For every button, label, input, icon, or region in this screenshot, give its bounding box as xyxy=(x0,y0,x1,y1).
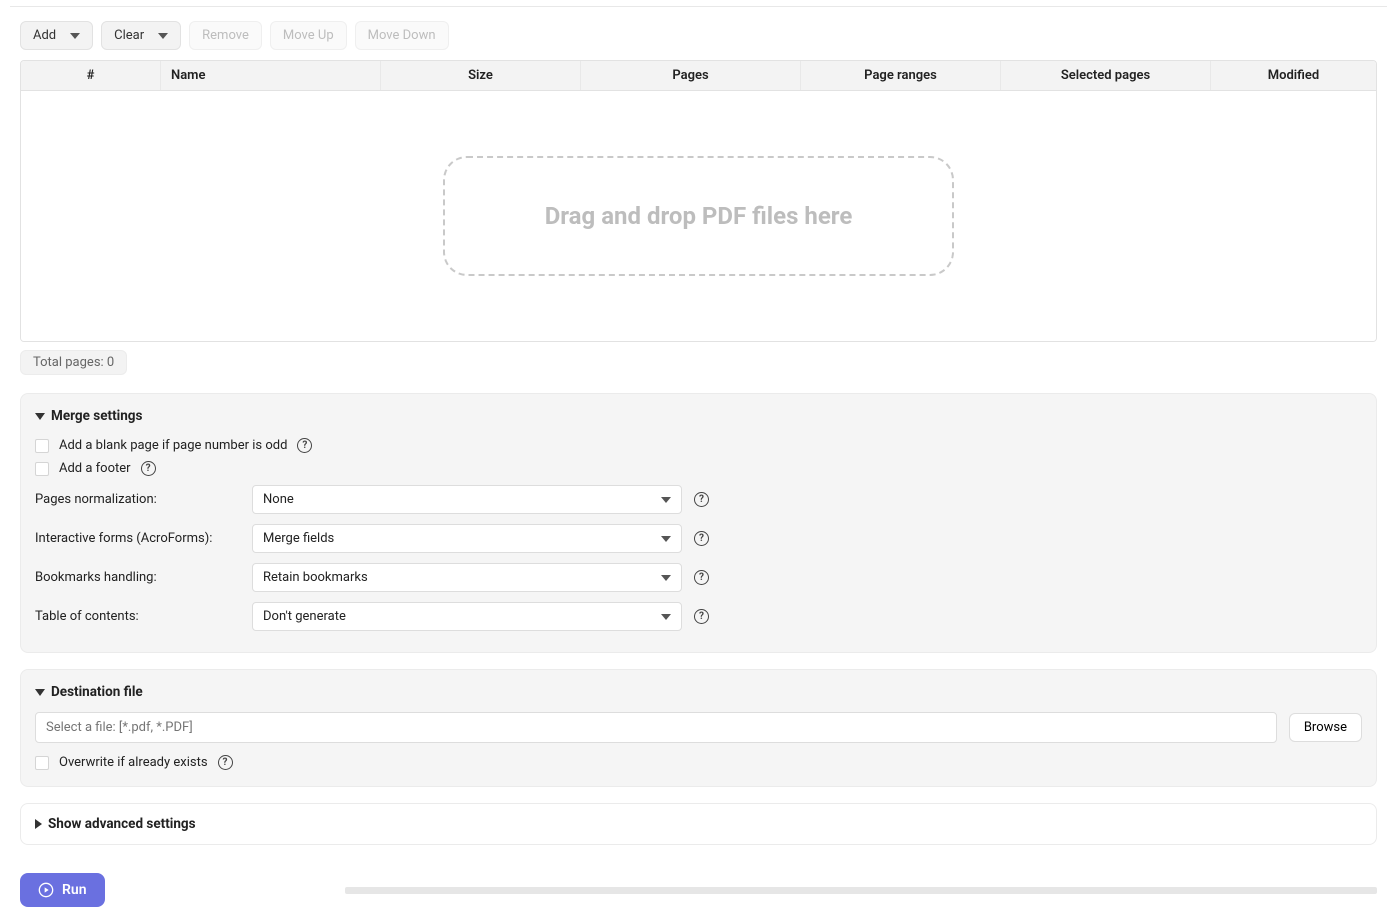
chevron-down-icon xyxy=(661,575,671,581)
overwrite-label: Overwrite if already exists xyxy=(59,755,208,770)
merge-settings-header[interactable]: Merge settings xyxy=(35,404,1362,434)
forms-select[interactable]: Merge fields xyxy=(252,524,682,553)
bookmarks-value: Retain bookmarks xyxy=(263,570,368,585)
run-label: Run xyxy=(62,882,87,898)
chevron-down-icon xyxy=(661,536,671,542)
overwrite-row: Overwrite if already exists ? xyxy=(35,751,1362,774)
help-icon[interactable]: ? xyxy=(694,609,709,624)
column-pages[interactable]: Pages xyxy=(581,61,801,90)
toc-label: Table of contents: xyxy=(35,609,240,624)
toc-row: Table of contents: Don't generate ? xyxy=(35,597,1362,636)
clear-button[interactable]: Clear xyxy=(101,21,181,50)
column-selected-pages[interactable]: Selected pages xyxy=(1001,61,1211,90)
move-down-button[interactable]: Move Down xyxy=(355,21,449,50)
destination-file-row: Browse xyxy=(35,710,1362,751)
footer: Run xyxy=(10,863,1387,911)
toolbar: Add Clear Remove Move Up Move Down xyxy=(10,17,1387,60)
bookmarks-row: Bookmarks handling: Retain bookmarks ? xyxy=(35,558,1362,597)
chevron-down-icon xyxy=(158,33,168,39)
advanced-settings-panel: Show advanced settings xyxy=(20,803,1377,845)
clear-label: Clear xyxy=(114,28,144,43)
add-label: Add xyxy=(33,28,56,43)
help-icon[interactable]: ? xyxy=(218,755,233,770)
chevron-down-icon xyxy=(35,689,45,696)
help-icon[interactable]: ? xyxy=(297,438,312,453)
help-icon[interactable]: ? xyxy=(694,492,709,507)
top-divider xyxy=(10,6,1387,7)
advanced-settings-title: Show advanced settings xyxy=(48,816,196,832)
normalization-select[interactable]: None xyxy=(252,485,682,514)
destination-panel: Destination file Browse Overwrite if alr… xyxy=(20,669,1377,787)
remove-button[interactable]: Remove xyxy=(189,21,262,50)
blank-page-odd-row: Add a blank page if page number is odd ? xyxy=(35,434,1362,457)
run-button[interactable]: Run xyxy=(20,873,105,907)
column-modified[interactable]: Modified xyxy=(1211,61,1376,90)
play-icon xyxy=(38,882,54,898)
destination-header[interactable]: Destination file xyxy=(35,680,1362,710)
normalization-value: None xyxy=(263,492,294,507)
chevron-down-icon xyxy=(35,413,45,420)
advanced-settings-header[interactable]: Show advanced settings xyxy=(35,816,1362,832)
forms-label: Interactive forms (AcroForms): xyxy=(35,531,240,546)
column-page-ranges[interactable]: Page ranges xyxy=(801,61,1001,90)
overwrite-checkbox[interactable] xyxy=(35,756,49,770)
add-footer-label: Add a footer xyxy=(59,461,131,476)
help-icon[interactable]: ? xyxy=(694,531,709,546)
column-name[interactable]: Name xyxy=(161,61,381,90)
bookmarks-label: Bookmarks handling: xyxy=(35,570,240,585)
chevron-down-icon xyxy=(661,497,671,503)
move-up-label: Move Up xyxy=(283,28,334,43)
normalization-label: Pages normalization: xyxy=(35,492,240,507)
browse-button[interactable]: Browse xyxy=(1289,713,1362,742)
blank-page-odd-label: Add a blank page if page number is odd xyxy=(59,438,287,453)
help-icon[interactable]: ? xyxy=(141,461,156,476)
forms-row: Interactive forms (AcroForms): Merge fie… xyxy=(35,519,1362,558)
file-table: # Name Size Pages Page ranges Selected p… xyxy=(20,60,1377,342)
chevron-down-icon xyxy=(70,33,80,39)
total-pages-label: Total pages: 0 xyxy=(20,350,127,375)
add-button[interactable]: Add xyxy=(20,21,93,50)
remove-label: Remove xyxy=(202,28,249,43)
drop-zone[interactable]: Drag and drop PDF files here xyxy=(21,91,1376,341)
normalization-row: Pages normalization: None ? xyxy=(35,480,1362,519)
help-icon[interactable]: ? xyxy=(694,570,709,585)
toc-value: Don't generate xyxy=(263,609,346,624)
bookmarks-select[interactable]: Retain bookmarks xyxy=(252,563,682,592)
chevron-down-icon xyxy=(661,614,671,620)
destination-file-input[interactable] xyxy=(35,712,1277,743)
toc-select[interactable]: Don't generate xyxy=(252,602,682,631)
move-down-label: Move Down xyxy=(368,28,436,43)
column-size[interactable]: Size xyxy=(381,61,581,90)
move-up-button[interactable]: Move Up xyxy=(270,21,347,50)
destination-title: Destination file xyxy=(51,684,143,700)
add-footer-checkbox[interactable] xyxy=(35,462,49,476)
table-header: # Name Size Pages Page ranges Selected p… xyxy=(21,61,1376,91)
chevron-right-icon xyxy=(35,819,42,829)
forms-value: Merge fields xyxy=(263,531,334,546)
blank-page-odd-checkbox[interactable] xyxy=(35,439,49,453)
merge-settings-title: Merge settings xyxy=(51,408,142,424)
add-footer-row: Add a footer ? xyxy=(35,457,1362,480)
progress-bar xyxy=(345,887,1377,894)
drop-hint: Drag and drop PDF files here xyxy=(443,156,955,276)
column-index[interactable]: # xyxy=(21,61,161,90)
merge-settings-panel: Merge settings Add a blank page if page … xyxy=(20,393,1377,653)
